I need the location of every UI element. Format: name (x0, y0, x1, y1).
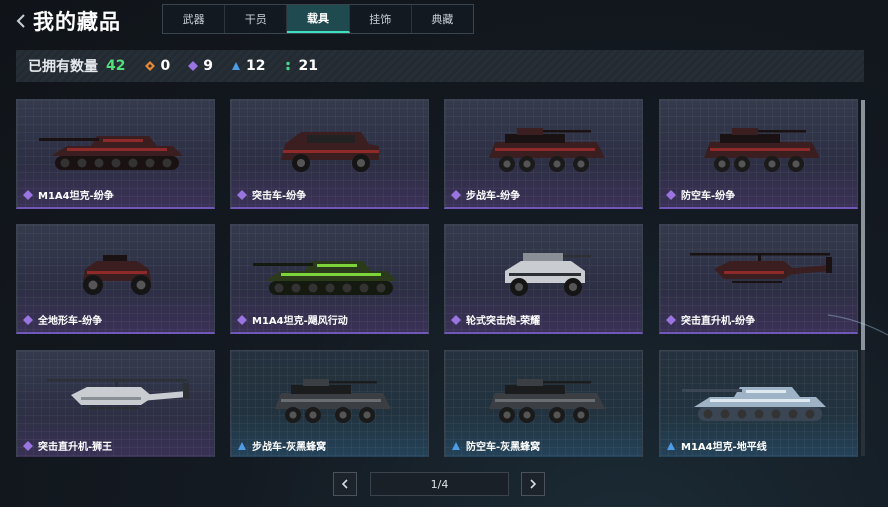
card-name: M1A4坦克-纷争 (38, 191, 114, 202)
stat-blue: 12 (231, 58, 265, 74)
vehicle-image (251, 243, 411, 305)
vehicle-image (37, 243, 197, 305)
grid-scrollbar[interactable] (861, 100, 865, 456)
vehicle-image (680, 243, 840, 305)
category-tabs: 武器 干员 载具 挂饰 典藏 (162, 4, 474, 34)
card-name: M1A4坦克-地平线 (681, 442, 767, 453)
tab-weapons[interactable]: 武器 (163, 5, 226, 33)
card-name: 防空车-灰黑蜂窝 (466, 442, 541, 453)
tab-collection[interactable]: 典藏 (412, 5, 473, 33)
page-indicator: 1/4 (370, 472, 509, 496)
collection-card[interactable]: 突击车-纷争 (230, 99, 429, 209)
purple-diamond-icon (451, 314, 461, 325)
purple-diamond-icon (23, 314, 33, 325)
card-name: 步战车-纷争 (466, 191, 521, 202)
card-name: 防空车-纷争 (681, 191, 736, 202)
tab-charms[interactable]: 挂饰 (350, 5, 412, 33)
stat-orange-value: 0 (160, 58, 171, 74)
purple-diamond-icon (451, 189, 461, 200)
stat-orange: 0 (145, 58, 170, 74)
owned-count-label: 已拥有数量 (28, 59, 98, 75)
purple-diamond-icon (23, 189, 33, 200)
collection-card[interactable]: 步战车-纷争 (444, 99, 643, 209)
collection-card[interactable]: M1A4坦克-纷争 (16, 99, 215, 209)
card-name: 突击直升机-纷争 (681, 316, 756, 327)
stat-purple: 9 (188, 58, 213, 74)
collection-card[interactable]: 防空车-灰黑蜂窝 (444, 350, 643, 457)
collection-card[interactable]: M1A4坦克-飓风行动 (230, 224, 429, 334)
stat-green: 21 (283, 58, 318, 74)
collection-card[interactable]: 轮式突击炮-荣耀 (444, 224, 643, 334)
vehicle-image (680, 369, 840, 431)
stat-green-value: 21 (298, 58, 318, 74)
card-name: M1A4坦克-飓风行动 (252, 316, 348, 327)
chevron-left-icon (16, 14, 25, 28)
vehicle-image (37, 369, 197, 431)
collection-card[interactable]: 突击直升机-纷争 (659, 224, 858, 334)
card-name: 突击车-纷争 (252, 191, 307, 202)
collection-grid: M1A4坦克-纷争 突击车-纷争 步战车-纷争 防空车-纷争 全地形车-纷争 M… (16, 99, 860, 457)
tab-operators[interactable]: 干员 (225, 5, 288, 33)
vehicle-image (465, 118, 625, 180)
collection-card[interactable]: M1A4坦克-地平线 (659, 350, 858, 457)
collection-card[interactable]: 防空车-纷争 (659, 99, 858, 209)
vehicle-image (37, 118, 197, 180)
blue-triangle-icon (452, 441, 460, 450)
purple-diamond-icon (666, 189, 676, 200)
scrollbar-thumb[interactable] (861, 100, 865, 350)
owned-stats-bar: 已拥有数量 42 0 9 12 21 (16, 50, 864, 82)
stat-purple-value: 9 (203, 58, 213, 74)
page-title: 我的藏品 (33, 10, 121, 34)
purple-diamond-icon (188, 61, 199, 71)
card-name: 轮式突击炮-荣耀 (466, 316, 541, 327)
blue-triangle-icon (238, 441, 246, 450)
vehicle-image (251, 369, 411, 431)
blue-triangle-icon (231, 62, 240, 70)
stat-blue-value: 12 (245, 58, 266, 74)
vehicle-image (251, 118, 411, 180)
purple-diamond-icon (237, 314, 247, 325)
purple-diamond-icon (666, 314, 676, 325)
green-dots-icon (286, 61, 291, 71)
vehicle-image (465, 243, 625, 305)
purple-diamond-icon (237, 189, 247, 200)
tab-vehicles[interactable]: 载具 (287, 5, 350, 33)
owned-count-total: 42 (106, 58, 126, 74)
prev-page-button[interactable] (333, 472, 357, 496)
collection-card[interactable]: 突击直升机-狮王 (16, 350, 215, 457)
blue-triangle-icon (667, 441, 675, 450)
vehicle-image (680, 118, 840, 180)
card-name: 步战车-灰黑蜂窝 (252, 442, 327, 453)
chevron-right-icon (530, 479, 537, 489)
card-name: 突击直升机-狮王 (38, 442, 113, 453)
back-button[interactable] (12, 10, 30, 32)
next-page-button[interactable] (521, 472, 545, 496)
vehicle-image (465, 369, 625, 431)
collection-card[interactable]: 步战车-灰黑蜂窝 (230, 350, 429, 457)
card-name: 全地形车-纷争 (38, 316, 103, 327)
chevron-left-icon (341, 479, 348, 489)
purple-diamond-icon (23, 440, 33, 451)
collection-card[interactable]: 全地形车-纷争 (16, 224, 215, 334)
orange-diamond-icon (145, 61, 156, 71)
